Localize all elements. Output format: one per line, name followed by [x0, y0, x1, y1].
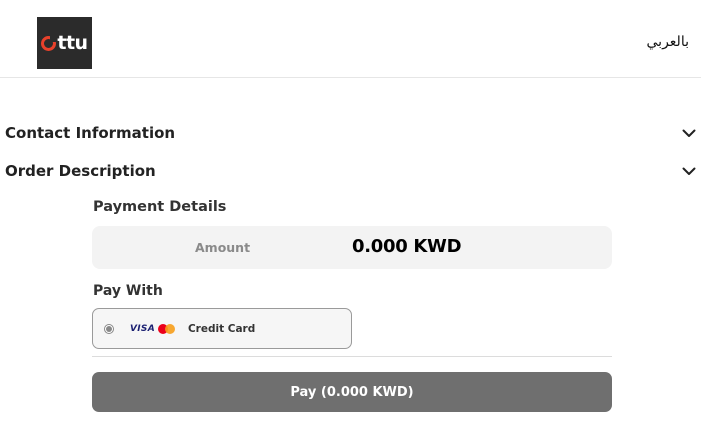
ottu-logo[interactable]: ttu [37, 17, 92, 69]
payment-method-credit-card[interactable]: VISA Credit Card [92, 308, 352, 349]
payment-method-radio[interactable] [104, 323, 114, 334]
visa-logo-icon: VISA [130, 323, 155, 334]
logo-wordmark: ttu [41, 32, 88, 54]
pay-with-title: Pay With [93, 283, 163, 299]
amount-summary: Amount 0.000 KWD [92, 226, 612, 269]
header-bar: ttu بالعربي [0, 0, 701, 78]
pay-button-label: Pay (0.000 KWD) [290, 384, 414, 400]
chevron-down-icon[interactable] [681, 163, 697, 179]
chevron-down-icon[interactable] [681, 125, 697, 141]
divider [92, 356, 612, 357]
payment-method-label: Credit Card [187, 322, 256, 335]
section-title: Contact Information [5, 124, 176, 142]
section-contact-information[interactable]: Contact Information [5, 121, 697, 145]
logo-o-mark-icon [41, 34, 58, 51]
section-title: Order Description [5, 162, 156, 180]
amount-value: 0.000 KWD [352, 236, 462, 257]
pay-button[interactable]: Pay (0.000 KWD) [92, 372, 612, 412]
radio-selected-dot [106, 325, 112, 332]
mastercard-logo-icon [157, 323, 175, 334]
amount-label: Amount [195, 240, 251, 255]
section-order-description[interactable]: Order Description [5, 159, 697, 183]
language-toggle-link[interactable]: بالعربي [647, 34, 689, 50]
payment-details-title: Payment Details [93, 199, 227, 215]
